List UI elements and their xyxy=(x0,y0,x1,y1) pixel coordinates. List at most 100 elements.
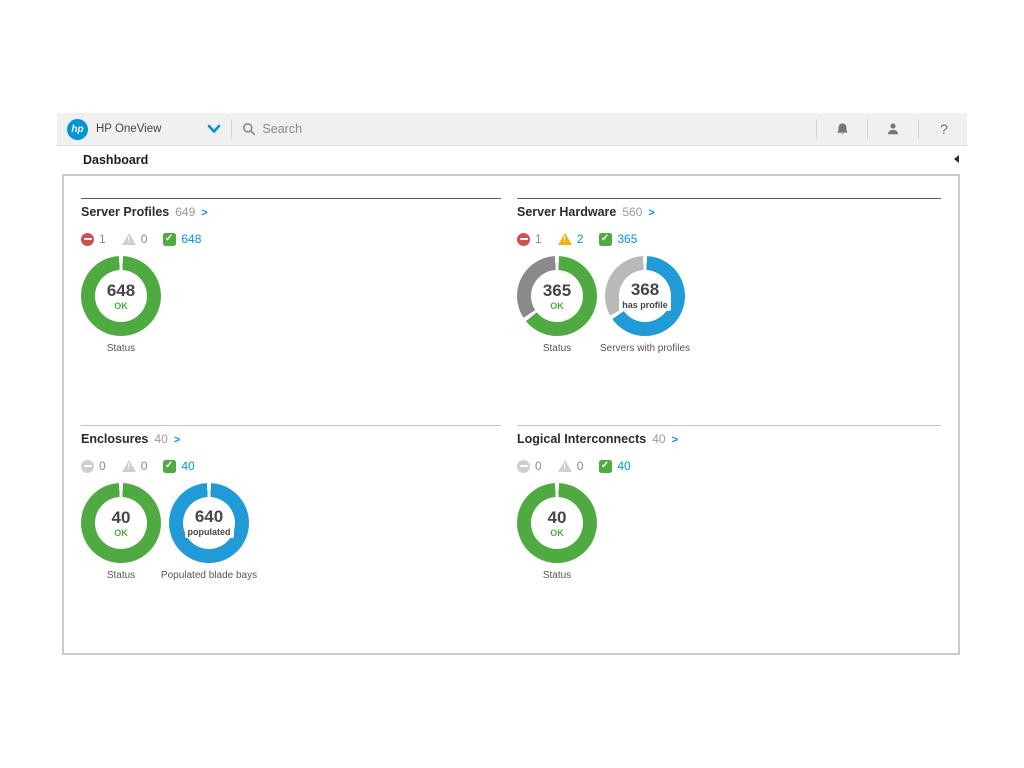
ok-count: 40 xyxy=(617,459,630,473)
notifications-bell-icon[interactable] xyxy=(827,122,857,137)
donut-caption: Populated blade bays xyxy=(161,570,257,581)
ok-count: 648 xyxy=(181,232,201,246)
donut-value: 365 xyxy=(543,282,571,299)
critical-count: 1 xyxy=(99,232,106,246)
status-summary-row: 0 0 40 xyxy=(517,459,941,473)
section-count: 40 xyxy=(154,432,167,446)
critical-count: 1 xyxy=(535,232,542,246)
search-input[interactable] xyxy=(262,122,562,136)
ok-check-icon xyxy=(163,460,176,473)
donut-caption: Status xyxy=(543,570,571,581)
header-divider xyxy=(231,119,232,139)
search-box[interactable] xyxy=(242,122,806,136)
status-summary-row: 1 2 365 xyxy=(517,232,941,246)
section-link-arrow-icon[interactable]: > xyxy=(672,434,678,446)
donut-sub-label: OK xyxy=(114,301,128,311)
donut-value: 368 xyxy=(631,281,659,298)
ok-status[interactable]: 648 xyxy=(163,232,201,246)
donut-sub-label: populated xyxy=(185,526,234,538)
ok-check-icon xyxy=(163,233,176,246)
donut-value: 648 xyxy=(107,282,135,299)
donut-sub-label: OK xyxy=(550,301,564,311)
ok-count: 365 xyxy=(617,232,637,246)
donut-caption: Status xyxy=(107,570,135,581)
warning-count: 0 xyxy=(577,459,584,473)
warning-icon xyxy=(558,233,572,245)
warning-count: 0 xyxy=(141,459,148,473)
section-enclosures: Enclosures 40 > 0 0 40 40 xyxy=(81,425,501,581)
help-icon[interactable]: ? xyxy=(929,121,959,137)
app-menu-chevron-down-icon[interactable] xyxy=(207,124,221,134)
status-donut-chart[interactable]: 365 OK xyxy=(517,256,597,336)
header-divider xyxy=(816,119,817,139)
warning-icon xyxy=(122,460,136,472)
warning-count: 0 xyxy=(141,232,148,246)
warning-status[interactable]: 0 xyxy=(122,459,148,473)
servers-with-profiles-donut-chart[interactable]: 368 has profile xyxy=(605,256,685,336)
section-server-profiles: Server Profiles 649 > 1 0 648 648 xyxy=(81,198,501,354)
section-count: 560 xyxy=(622,205,642,219)
warning-icon xyxy=(558,460,572,472)
donut-value: 40 xyxy=(112,509,131,526)
section-server-hardware: Server Hardware 560 > 1 2 365 365 xyxy=(517,198,941,354)
donut-value: 40 xyxy=(548,509,567,526)
warning-status[interactable]: 2 xyxy=(558,232,584,246)
section-logical-interconnects: Logical Interconnects 40 > 0 0 40 40 xyxy=(517,425,941,581)
header-divider xyxy=(918,119,919,139)
section-title[interactable]: Server Profiles xyxy=(81,205,169,219)
critical-icon xyxy=(81,233,94,246)
collapse-panel-arrow-icon[interactable] xyxy=(954,155,959,163)
ok-status[interactable]: 40 xyxy=(163,459,194,473)
header-actions: ? xyxy=(806,119,959,139)
donut-caption: Servers with profiles xyxy=(600,343,690,354)
warning-count: 2 xyxy=(577,232,584,246)
section-link-arrow-icon[interactable]: > xyxy=(201,207,207,219)
section-link-arrow-icon[interactable]: > xyxy=(174,434,180,446)
status-donut-block: 40 OK Status xyxy=(517,483,597,581)
critical-status[interactable]: 0 xyxy=(81,459,106,473)
status-donut-block: 40 OK Status xyxy=(81,483,161,581)
search-icon xyxy=(242,122,256,136)
critical-count: 0 xyxy=(535,459,542,473)
page-title: Dashboard xyxy=(83,153,148,167)
critical-status[interactable]: 0 xyxy=(517,459,542,473)
critical-icon xyxy=(81,460,94,473)
status-donut-chart[interactable]: 40 OK xyxy=(517,483,597,563)
section-title[interactable]: Logical Interconnects xyxy=(517,432,646,446)
donut-caption: Status xyxy=(107,343,135,354)
ok-check-icon xyxy=(599,233,612,246)
status-summary-row: 1 0 648 xyxy=(81,232,501,246)
user-account-icon[interactable] xyxy=(878,122,908,136)
warning-icon xyxy=(122,233,136,245)
status-donut-chart[interactable]: 40 OK xyxy=(81,483,161,563)
section-title[interactable]: Enclosures xyxy=(81,432,148,446)
app-name: HP OneView xyxy=(96,123,161,135)
profiles-donut-block: 368 has profile Servers with profiles xyxy=(605,256,685,354)
ok-status[interactable]: 365 xyxy=(599,232,637,246)
section-link-arrow-icon[interactable]: > xyxy=(648,207,654,219)
section-count: 40 xyxy=(652,432,665,446)
warning-status[interactable]: 0 xyxy=(558,459,584,473)
app-header: hp HP OneView xyxy=(57,113,967,146)
status-donut-block: 365 OK Status xyxy=(517,256,597,354)
populated-blade-bays-donut-chart[interactable]: 640 populated xyxy=(169,483,249,563)
critical-status[interactable]: 1 xyxy=(81,232,106,246)
warning-status[interactable]: 0 xyxy=(122,232,148,246)
hp-logo: hp xyxy=(67,119,88,140)
donut-sub-label: has profile xyxy=(619,299,671,311)
ok-check-icon xyxy=(599,460,612,473)
status-donut-chart[interactable]: 648 OK xyxy=(81,256,161,336)
critical-icon xyxy=(517,233,530,246)
status-summary-row: 0 0 40 xyxy=(81,459,501,473)
page-title-bar: Dashboard xyxy=(57,146,967,173)
critical-count: 0 xyxy=(99,459,106,473)
donut-sub-label: OK xyxy=(114,528,128,538)
ok-status[interactable]: 40 xyxy=(599,459,630,473)
section-title[interactable]: Server Hardware xyxy=(517,205,616,219)
section-count: 649 xyxy=(175,205,195,219)
populated-bays-donut-block: 640 populated Populated blade bays xyxy=(169,483,249,581)
header-divider xyxy=(867,119,868,139)
critical-status[interactable]: 1 xyxy=(517,232,542,246)
critical-icon xyxy=(517,460,530,473)
dashboard-panel: Server Profiles 649 > 1 0 648 648 xyxy=(62,174,960,655)
